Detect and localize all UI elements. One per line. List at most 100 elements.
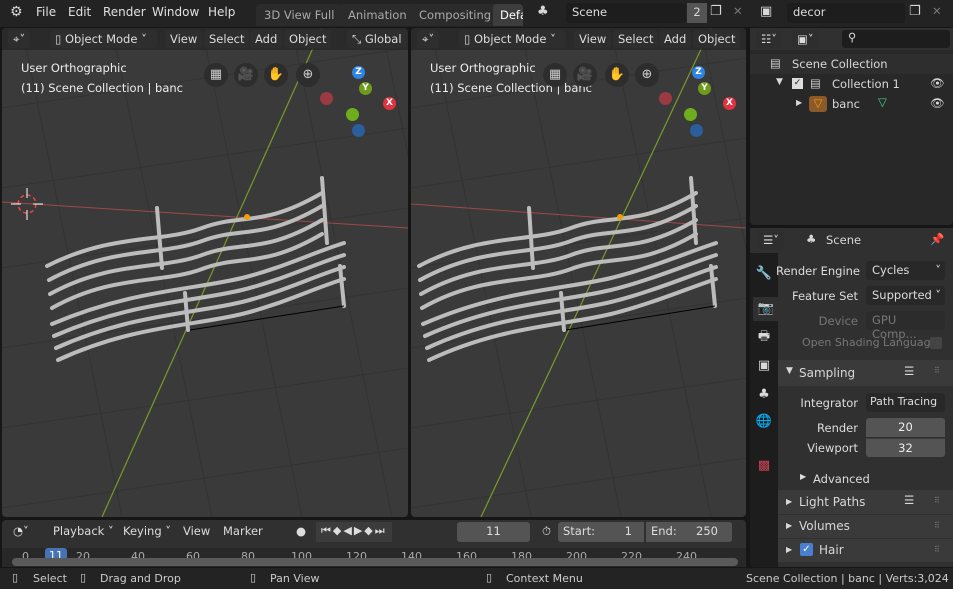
- gizmo-neg-z[interactable]: [352, 124, 365, 137]
- outliner-row-collection[interactable]: ▼ ✓ ▤ Collection 1 👁: [750, 74, 953, 94]
- sampling-panel-header[interactable]: ▼ Sampling ☰ ⠿: [778, 360, 953, 386]
- menu-file[interactable]: File: [36, 5, 56, 19]
- zoom-icon[interactable]: ⊕: [296, 63, 320, 87]
- world-tab-icon[interactable]: 🌐: [753, 410, 775, 434]
- render-samples-field[interactable]: 20: [866, 418, 945, 437]
- transform-pivot-icon[interactable]: ⌖˅: [8, 30, 31, 48]
- scene-icon[interactable]: ♣: [537, 4, 549, 19]
- record-button[interactable]: ●: [291, 522, 311, 542]
- menu-object[interactable]: Object: [693, 30, 741, 48]
- visibility-eye-icon[interactable]: 👁: [930, 76, 945, 90]
- zoom-icon[interactable]: ⊕: [635, 63, 659, 87]
- volumes-panel-header[interactable]: ▶ Volumes ⠿: [778, 515, 953, 538]
- mesh-data-icon[interactable]: ▽: [878, 95, 887, 109]
- tab-compositing[interactable]: Compositing: [411, 4, 500, 26]
- gizmo-neg-z[interactable]: [690, 124, 703, 137]
- gizmo-neg-x[interactable]: [659, 92, 672, 105]
- timeline-marker-menu[interactable]: Marker: [218, 522, 268, 542]
- tab-default[interactable]: Defa: [493, 4, 523, 26]
- viewport-samples-field[interactable]: 32: [866, 438, 945, 457]
- light-paths-panel-header[interactable]: ▶ Light Paths ☰ ⠿: [778, 490, 953, 514]
- menu-view[interactable]: View: [574, 30, 612, 48]
- grid-toggle-icon[interactable]: ▦: [543, 63, 567, 87]
- outliner-row-object[interactable]: ▶ ▽ banc ▽ 👁: [750, 94, 953, 114]
- tool-tab-icon[interactable]: 🔧: [753, 262, 775, 286]
- gizmo-y[interactable]: Y: [698, 82, 711, 95]
- pin-icon[interactable]: 📌: [930, 232, 944, 246]
- menu-select[interactable]: Select: [204, 30, 250, 48]
- new-view-layer-icon[interactable]: ❐: [909, 4, 921, 19]
- camera-icon[interactable]: 🎥: [234, 63, 258, 87]
- hair-panel-header[interactable]: ▶ ✓ Hair ⠿: [778, 539, 953, 562]
- viewport-left[interactable]: ⌖˅ ▯ Object Mode ˅ View Select Add Objec…: [2, 28, 408, 517]
- mode-dropdown[interactable]: ▯ Object Mode ˅: [50, 30, 157, 48]
- pan-hand-icon[interactable]: ✋: [605, 63, 629, 87]
- timeline-view-menu[interactable]: View: [178, 522, 215, 542]
- gizmo-neg-y[interactable]: [346, 108, 359, 121]
- menu-select[interactable]: Select: [613, 30, 659, 48]
- drag-handle-icon[interactable]: ⠿: [934, 496, 940, 505]
- texture-tab-icon[interactable]: ▩: [753, 454, 775, 478]
- outliner-row-scene-collection[interactable]: ▤ Scene Collection: [750, 54, 953, 74]
- playback-menu[interactable]: Playback ˅: [48, 522, 119, 542]
- transform-pivot-icon[interactable]: ⌖˅: [417, 30, 440, 48]
- menu-render[interactable]: Render: [103, 5, 146, 19]
- end-frame-field[interactable]: End: 250: [646, 522, 732, 542]
- collection-checkbox[interactable]: ✓: [792, 78, 803, 89]
- drag-handle-icon[interactable]: ⠿: [934, 521, 940, 530]
- tab-animation[interactable]: Animation: [340, 4, 415, 26]
- close-view-layer-icon[interactable]: ✕: [932, 4, 942, 18]
- tab-3d-view-full[interactable]: 3D View Full: [256, 4, 343, 26]
- close-scene-icon[interactable]: ✕: [733, 4, 743, 18]
- gizmo-y[interactable]: Y: [359, 82, 372, 95]
- frame-ruler[interactable]: 0 20 40 60 80 100 120 140 160 180 200 22…: [2, 548, 746, 567]
- orientation-dropdown[interactable]: ⤡ Global: [347, 30, 407, 48]
- scene-name-field[interactable]: Scene: [566, 3, 686, 23]
- preview-range-icon[interactable]: ⏱: [537, 522, 556, 542]
- hair-checkbox[interactable]: ✓: [800, 543, 813, 556]
- start-frame-field[interactable]: Start: 1: [558, 522, 644, 542]
- grid-toggle-icon[interactable]: ▦: [204, 63, 228, 87]
- gizmo-z[interactable]: Z: [692, 66, 705, 79]
- presets-icon[interactable]: ☰: [904, 364, 914, 378]
- new-scene-icon[interactable]: ❐: [710, 4, 722, 19]
- menu-edit[interactable]: Edit: [68, 5, 91, 19]
- display-mode-icon[interactable]: ☷˅: [756, 30, 783, 48]
- viewport-right[interactable]: ⌖˅ ▯ Object Mode ˅ View Select Add Objec…: [411, 28, 746, 517]
- feature-set-dropdown[interactable]: Supported ˅: [866, 286, 945, 305]
- gizmo-x[interactable]: X: [723, 97, 736, 110]
- advanced-subpanel[interactable]: Advanced: [813, 472, 870, 486]
- menu-window[interactable]: Window: [152, 5, 199, 19]
- render-engine-dropdown[interactable]: Cycles ˅: [866, 261, 945, 280]
- expand-arrow-icon[interactable]: ▶: [796, 98, 802, 107]
- current-frame-field[interactable]: 11: [457, 522, 530, 542]
- presets-icon[interactable]: ☰: [904, 493, 914, 507]
- menu-add[interactable]: Add: [659, 30, 692, 48]
- menu-object[interactable]: Object: [284, 30, 332, 48]
- gizmo-neg-x[interactable]: [320, 92, 333, 105]
- expand-arrow-icon[interactable]: ▼: [776, 77, 783, 87]
- mode-dropdown[interactable]: ▯ Object Mode ˅: [459, 30, 566, 48]
- menu-help[interactable]: Help: [208, 5, 235, 19]
- editor-type-icon[interactable]: ◔˅: [8, 522, 34, 542]
- drag-handle-icon[interactable]: ⠿: [934, 545, 940, 554]
- filter-icon[interactable]: ▣˅: [792, 30, 819, 48]
- camera-icon[interactable]: 🎥: [573, 63, 597, 87]
- playback-controls[interactable]: ⏮◆◀▶◆⏭: [316, 522, 392, 542]
- output-tab-icon[interactable]: 🖶: [753, 325, 775, 349]
- timeline-scrollbar[interactable]: [12, 558, 738, 566]
- menu-add[interactable]: Add: [250, 30, 283, 48]
- pan-hand-icon[interactable]: ✋: [264, 63, 288, 87]
- expand-arrow-icon[interactable]: ▶: [800, 472, 806, 481]
- gizmo-x[interactable]: X: [383, 97, 396, 110]
- keying-menu[interactable]: Keying ˅: [118, 522, 176, 542]
- blender-logo-icon[interactable]: ⚙: [10, 4, 23, 20]
- visibility-eye-icon[interactable]: 👁: [930, 96, 945, 110]
- view-layer-icon[interactable]: ▣: [760, 4, 772, 19]
- view-layer-field[interactable]: decor: [787, 3, 905, 23]
- editor-type-icon[interactable]: ☰˅: [758, 231, 785, 249]
- scene-tab-icon[interactable]: ♣: [753, 383, 775, 407]
- gizmo-neg-y[interactable]: [684, 108, 697, 121]
- menu-view[interactable]: View: [165, 30, 203, 48]
- integrator-dropdown[interactable]: Path Tracing: [866, 393, 945, 412]
